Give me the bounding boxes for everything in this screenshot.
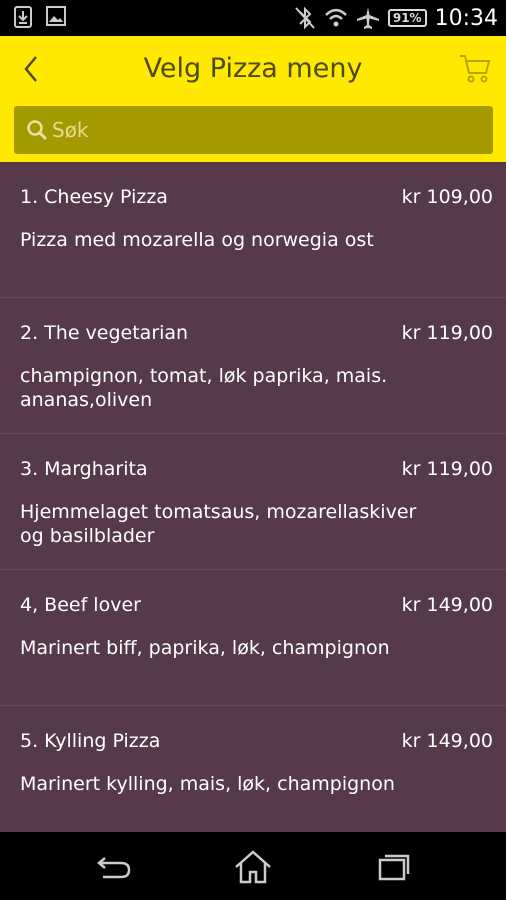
download-icon <box>14 6 32 28</box>
app-header: Velg Pizza meny <box>0 36 506 162</box>
airplane-icon <box>356 7 379 29</box>
menu-item[interactable]: 2. The vegetarian kr 119,00 champignon, … <box>0 298 506 434</box>
item-price: kr 149,00 <box>401 594 493 616</box>
item-name: 2. The vegetarian <box>20 322 189 344</box>
item-price: kr 119,00 <box>401 458 493 480</box>
bluetooth-off-icon <box>295 6 315 30</box>
item-description: Marinert kylling, mais, løk, champignon <box>20 773 395 795</box>
page-title: Velg Pizza meny <box>143 53 363 84</box>
item-name: 4, Beef lover <box>20 594 141 616</box>
item-description: Hjemmelaget tomatsaus, mozarellaskiver o… <box>20 501 417 547</box>
item-price: kr 109,00 <box>401 186 493 208</box>
item-name: 3. Margharita <box>20 458 148 480</box>
item-name: 5. Kylling Pizza <box>20 730 161 752</box>
home-icon[interactable] <box>233 850 273 884</box>
search-icon <box>27 120 48 141</box>
wifi-icon <box>324 8 347 27</box>
item-name: 1. Cheesy Pizza <box>20 186 168 208</box>
cart-icon[interactable] <box>458 52 492 84</box>
item-description: Pizza med mozarella og norwegia ost <box>20 229 374 251</box>
menu-list: 1. Cheesy Pizza kr 109,00 Pizza med moza… <box>0 162 506 832</box>
status-right: 91% 10:34 <box>294 5 498 31</box>
battery-icon: 91% <box>387 9 427 27</box>
item-description: Marinert biff, paprika, løk, champignon <box>20 637 390 659</box>
recents-icon[interactable] <box>374 850 414 884</box>
clock: 10:34 <box>434 5 498 31</box>
back-icon[interactable] <box>95 850 135 884</box>
item-description: champignon, tomat, løk paprika, mais. an… <box>20 365 388 411</box>
search-box[interactable] <box>14 106 493 154</box>
search-input[interactable] <box>52 118 472 142</box>
image-icon <box>46 6 66 26</box>
status-left <box>14 6 66 28</box>
item-price: kr 119,00 <box>401 322 493 344</box>
menu-item[interactable]: 1. Cheesy Pizza kr 109,00 Pizza med moza… <box>0 162 506 298</box>
menu-item[interactable]: 3. Margharita kr 119,00 Hjemmelaget toma… <box>0 434 506 570</box>
menu-item[interactable]: 5. Kylling Pizza kr 149,00 Marinert kyll… <box>0 706 506 832</box>
item-price: kr 149,00 <box>401 730 493 752</box>
nav-bar <box>0 832 506 900</box>
menu-item[interactable]: 4, Beef lover kr 149,00 Marinert biff, p… <box>0 570 506 706</box>
status-bar: 91% 10:34 <box>0 0 506 36</box>
